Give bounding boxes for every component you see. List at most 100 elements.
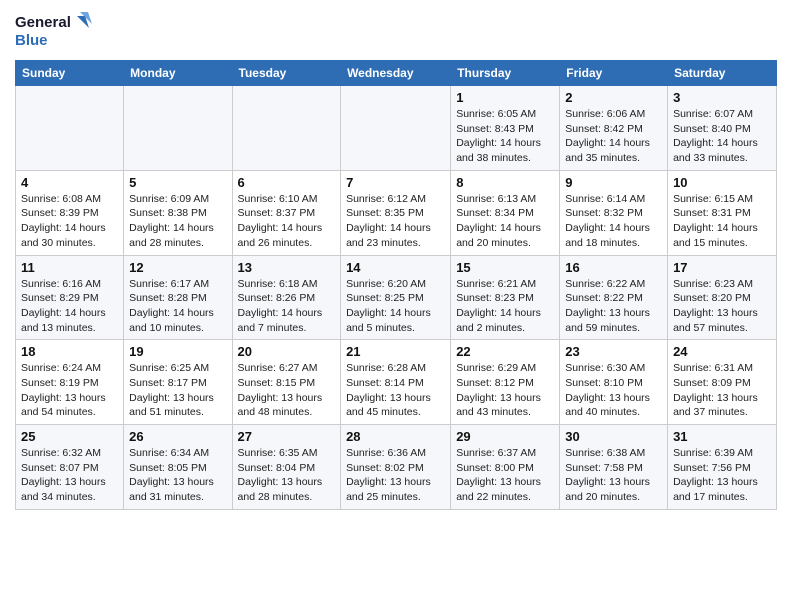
column-header-thursday: Thursday (451, 61, 560, 86)
logo-svg: General Blue (15, 10, 95, 52)
day-cell: 27Sunrise: 6:35 AM Sunset: 8:04 PM Dayli… (232, 425, 341, 510)
day-cell: 8 Sunrise: 6:13 AM Sunset: 8:34 PM Daylig… (451, 170, 560, 255)
day-info: Sunrise: 6:10 AM Sunset: 8:37 PM Dayligh… (238, 192, 336, 251)
day-number: 27 (238, 429, 336, 444)
day-cell: 20 Sunrise: 6:27 AM Sunset: 8:15 PM Dayli… (232, 340, 341, 425)
day-info: Sunrise: 6:23 AM Sunset: 8:20 PM Dayligh… (673, 277, 771, 336)
day-number: 24 (673, 344, 771, 359)
day-info: Sunrise: 6:07 AM Sunset: 8:40 PM Dayligh… (673, 107, 771, 166)
day-number: 16 (565, 260, 662, 275)
day-number: 20 (238, 344, 336, 359)
column-header-monday: Monday (124, 61, 232, 86)
day-number: 25 (21, 429, 118, 444)
svg-text:Blue: Blue (15, 32, 48, 49)
day-number: 6 (238, 175, 336, 190)
day-number: 2 (565, 90, 662, 105)
day-cell: 15 Sunrise: 6:21 AM Sunset: 8:23 PM Dayli… (451, 255, 560, 340)
day-cell: 26 Sunrise: 6:34 AM Sunset: 8:05 PM Dayli… (124, 425, 232, 510)
day-cell: 19Sunrise: 6:25 AM Sunset: 8:17 PM Dayli… (124, 340, 232, 425)
day-info: Sunrise: 6:29 AM Sunset: 8:12 PM Dayligh… (456, 361, 554, 420)
day-number: 12 (129, 260, 226, 275)
day-cell: 13Sunrise: 6:18 AM Sunset: 8:26 PM Dayli… (232, 255, 341, 340)
day-cell: 24 Sunrise: 6:31 AM Sunset: 8:09 PM Dayli… (668, 340, 777, 425)
day-cell: 1 Sunrise: 6:05 AM Sunset: 8:43 PM Daylig… (451, 86, 560, 171)
day-info: Sunrise: 6:37 AM Sunset: 8:00 PM Dayligh… (456, 446, 554, 505)
day-number: 22 (456, 344, 554, 359)
day-cell: 28 Sunrise: 6:36 AM Sunset: 8:02 PM Dayli… (341, 425, 451, 510)
svg-text:General: General (15, 14, 71, 31)
day-info: Sunrise: 6:32 AM Sunset: 8:07 PM Dayligh… (21, 446, 118, 505)
week-row-4: 18 Sunrise: 6:24 AM Sunset: 8:19 PM Dayli… (16, 340, 777, 425)
column-header-saturday: Saturday (668, 61, 777, 86)
day-cell: 4Sunrise: 6:08 AM Sunset: 8:39 PM Daylig… (16, 170, 124, 255)
day-cell: 21 Sunrise: 6:28 AM Sunset: 8:14 PM Dayli… (341, 340, 451, 425)
column-header-sunday: Sunday (16, 61, 124, 86)
day-cell: 6 Sunrise: 6:10 AM Sunset: 8:37 PM Daylig… (232, 170, 341, 255)
day-number: 31 (673, 429, 771, 444)
day-info: Sunrise: 6:09 AM Sunset: 8:38 PM Dayligh… (129, 192, 226, 251)
day-number: 8 (456, 175, 554, 190)
day-info: Sunrise: 6:17 AM Sunset: 8:28 PM Dayligh… (129, 277, 226, 336)
day-info: Sunrise: 6:27 AM Sunset: 8:15 PM Dayligh… (238, 361, 336, 420)
day-cell: 23 Sunrise: 6:30 AM Sunset: 8:10 PM Dayli… (560, 340, 668, 425)
day-info: Sunrise: 6:21 AM Sunset: 8:23 PM Dayligh… (456, 277, 554, 336)
day-number: 14 (346, 260, 445, 275)
day-info: Sunrise: 6:34 AM Sunset: 8:05 PM Dayligh… (129, 446, 226, 505)
day-info: Sunrise: 6:13 AM Sunset: 8:34 PM Dayligh… (456, 192, 554, 251)
day-number: 30 (565, 429, 662, 444)
header-row: SundayMondayTuesdayWednesdayThursdayFrid… (16, 61, 777, 86)
day-number: 26 (129, 429, 226, 444)
day-number: 13 (238, 260, 336, 275)
day-info: Sunrise: 6:12 AM Sunset: 8:35 PM Dayligh… (346, 192, 445, 251)
day-number: 18 (21, 344, 118, 359)
day-info: Sunrise: 6:30 AM Sunset: 8:10 PM Dayligh… (565, 361, 662, 420)
day-cell: 31 Sunrise: 6:39 AM Sunset: 7:56 PM Dayli… (668, 425, 777, 510)
day-cell: 22 Sunrise: 6:29 AM Sunset: 8:12 PM Dayli… (451, 340, 560, 425)
week-row-1: 1 Sunrise: 6:05 AM Sunset: 8:43 PM Daylig… (16, 86, 777, 171)
day-number: 11 (21, 260, 118, 275)
page-header: General Blue (15, 10, 777, 52)
week-row-5: 25 Sunrise: 6:32 AM Sunset: 8:07 PM Dayli… (16, 425, 777, 510)
day-info: Sunrise: 6:16 AM Sunset: 8:29 PM Dayligh… (21, 277, 118, 336)
day-number: 15 (456, 260, 554, 275)
day-info: Sunrise: 6:06 AM Sunset: 8:42 PM Dayligh… (565, 107, 662, 166)
day-info: Sunrise: 6:24 AM Sunset: 8:19 PM Dayligh… (21, 361, 118, 420)
day-number: 28 (346, 429, 445, 444)
day-info: Sunrise: 6:05 AM Sunset: 8:43 PM Dayligh… (456, 107, 554, 166)
day-info: Sunrise: 6:36 AM Sunset: 8:02 PM Dayligh… (346, 446, 445, 505)
day-cell (124, 86, 232, 171)
logo: General Blue (15, 10, 95, 52)
day-cell: 3Sunrise: 6:07 AM Sunset: 8:40 PM Daylig… (668, 86, 777, 171)
day-cell: 25 Sunrise: 6:32 AM Sunset: 8:07 PM Dayli… (16, 425, 124, 510)
day-number: 17 (673, 260, 771, 275)
column-header-tuesday: Tuesday (232, 61, 341, 86)
column-header-friday: Friday (560, 61, 668, 86)
day-cell (232, 86, 341, 171)
column-header-wednesday: Wednesday (341, 61, 451, 86)
day-number: 1 (456, 90, 554, 105)
calendar-table: SundayMondayTuesdayWednesdayThursdayFrid… (15, 60, 777, 510)
day-cell: 16 Sunrise: 6:22 AM Sunset: 8:22 PM Dayli… (560, 255, 668, 340)
day-cell: 17 Sunrise: 6:23 AM Sunset: 8:20 PM Dayli… (668, 255, 777, 340)
day-info: Sunrise: 6:38 AM Sunset: 7:58 PM Dayligh… (565, 446, 662, 505)
day-info: Sunrise: 6:31 AM Sunset: 8:09 PM Dayligh… (673, 361, 771, 420)
day-cell: 30 Sunrise: 6:38 AM Sunset: 7:58 PM Dayli… (560, 425, 668, 510)
day-cell: 29 Sunrise: 6:37 AM Sunset: 8:00 PM Dayli… (451, 425, 560, 510)
day-number: 29 (456, 429, 554, 444)
day-info: Sunrise: 6:22 AM Sunset: 8:22 PM Dayligh… (565, 277, 662, 336)
day-info: Sunrise: 6:28 AM Sunset: 8:14 PM Dayligh… (346, 361, 445, 420)
day-cell: 12 Sunrise: 6:17 AM Sunset: 8:28 PM Dayli… (124, 255, 232, 340)
day-number: 9 (565, 175, 662, 190)
day-cell: 11 Sunrise: 6:16 AM Sunset: 8:29 PM Dayli… (16, 255, 124, 340)
week-row-2: 4Sunrise: 6:08 AM Sunset: 8:39 PM Daylig… (16, 170, 777, 255)
day-cell: 10Sunrise: 6:15 AM Sunset: 8:31 PM Dayli… (668, 170, 777, 255)
day-number: 23 (565, 344, 662, 359)
day-number: 19 (129, 344, 226, 359)
day-cell: 9Sunrise: 6:14 AM Sunset: 8:32 PM Daylig… (560, 170, 668, 255)
day-info: Sunrise: 6:15 AM Sunset: 8:31 PM Dayligh… (673, 192, 771, 251)
day-info: Sunrise: 6:39 AM Sunset: 7:56 PM Dayligh… (673, 446, 771, 505)
day-cell: 7Sunrise: 6:12 AM Sunset: 8:35 PM Daylig… (341, 170, 451, 255)
day-number: 21 (346, 344, 445, 359)
day-cell (341, 86, 451, 171)
day-cell: 14Sunrise: 6:20 AM Sunset: 8:25 PM Dayli… (341, 255, 451, 340)
